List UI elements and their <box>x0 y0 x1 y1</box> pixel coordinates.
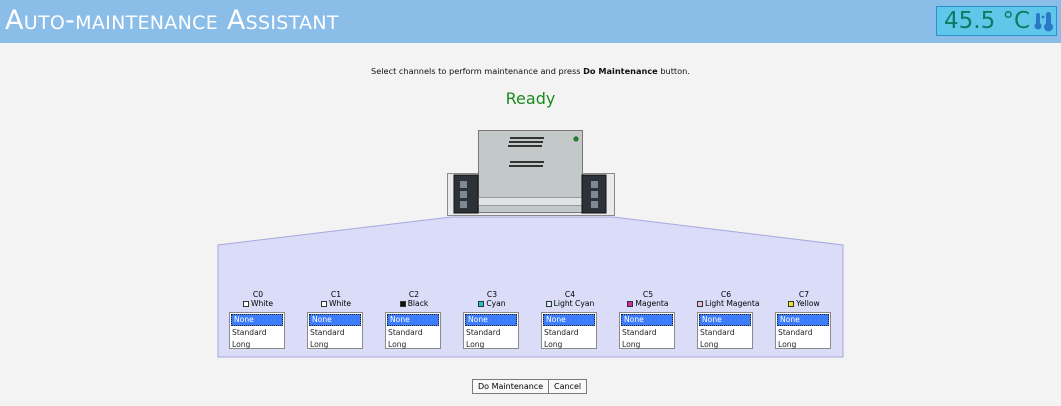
temperature-display: 45.5 °C <box>936 6 1057 36</box>
color-swatch-icon <box>399 301 406 307</box>
channel-c2: C2 Black None Standard Long <box>385 290 443 349</box>
channel-c6: C6 Light Magenta None Standard Long <box>697 290 760 349</box>
option-long[interactable]: Long <box>464 339 518 351</box>
option-standard[interactable]: Standard <box>464 327 518 339</box>
channel-c5: C5 Magenta None Standard Long <box>619 290 677 349</box>
instruction-prefix: Select channels to perform maintenance a… <box>371 66 584 76</box>
do-maintenance-button[interactable]: Do Maintenance <box>472 379 550 394</box>
channel-color: White <box>307 299 365 309</box>
option-standard[interactable]: Standard <box>698 327 752 339</box>
temperature-value: 45.5 °C <box>944 8 1031 34</box>
channel-color: Light Cyan <box>541 299 599 309</box>
maintenance-level-listbox[interactable]: None Standard Long <box>463 312 519 349</box>
maintenance-level-listbox[interactable]: None Standard Long <box>775 312 831 349</box>
channel-id: C3 <box>486 290 498 299</box>
channel-color: Yellow <box>775 299 833 309</box>
channel-c3: C3 Cyan None Standard Long <box>463 290 521 349</box>
option-none[interactable]: None <box>777 314 829 326</box>
option-standard[interactable]: Standard <box>542 327 596 339</box>
maintenance-level-listbox[interactable]: None Standard Long <box>619 312 675 349</box>
printer-illustration <box>447 130 615 216</box>
maintenance-level-listbox[interactable]: None Standard Long <box>697 312 753 349</box>
channel-color: Light Magenta <box>697 299 760 309</box>
option-standard[interactable]: Standard <box>620 327 674 339</box>
option-standard[interactable]: Standard <box>308 327 362 339</box>
channel-color-name: White <box>250 299 274 308</box>
maintenance-level-listbox[interactable]: None Standard Long <box>541 312 597 349</box>
option-standard[interactable]: Standard <box>776 327 830 339</box>
option-none[interactable]: None <box>465 314 517 326</box>
cancel-button[interactable]: Cancel <box>548 379 588 394</box>
channel-color: Cyan <box>463 299 521 309</box>
option-long[interactable]: Long <box>542 339 596 351</box>
header-bar: Auto-maintenance Assistant 45.5 °C <box>0 0 1061 43</box>
app-title: Auto-maintenance Assistant <box>5 5 339 36</box>
maintenance-level-listbox[interactable]: None Standard Long <box>385 312 441 349</box>
instruction-text: Select channels to perform maintenance a… <box>0 66 1061 76</box>
channel-id: C0 <box>252 290 264 299</box>
color-swatch-icon <box>478 301 485 307</box>
color-swatch-icon <box>788 301 795 307</box>
color-swatch-icon <box>242 301 249 307</box>
status-text: Ready <box>505 89 556 108</box>
color-swatch-icon <box>545 301 552 307</box>
channel-color: Magenta <box>619 299 677 309</box>
maintenance-level-listbox[interactable]: None Standard Long <box>307 312 363 349</box>
color-swatch-icon <box>697 301 703 307</box>
color-swatch-icon <box>627 301 634 307</box>
channel-id: C7 <box>798 290 810 299</box>
option-none[interactable]: None <box>543 314 595 326</box>
channel-color-name: Light Cyan <box>553 299 595 308</box>
option-none[interactable]: None <box>699 314 751 326</box>
channel-color: Black <box>385 299 443 309</box>
channel-id: C1 <box>330 290 342 299</box>
channel-id: C2 <box>408 290 420 299</box>
channel-color-name: Yellow <box>796 299 820 308</box>
option-standard[interactable]: Standard <box>386 327 440 339</box>
channel-c7: C7 Yellow None Standard Long <box>775 290 833 349</box>
channel-c1: C1 White None Standard Long <box>307 290 365 349</box>
option-standard[interactable]: Standard <box>230 327 284 339</box>
channel-color-name: White <box>328 299 352 308</box>
option-long[interactable]: Long <box>698 339 752 351</box>
channel-color-name: Cyan <box>486 299 506 308</box>
option-none[interactable]: None <box>387 314 439 326</box>
channel-id: C4 <box>564 290 576 299</box>
option-long[interactable]: Long <box>620 339 674 351</box>
channel-color-name: Magenta <box>635 299 669 308</box>
channel-color-name: Light Magenta <box>705 299 760 308</box>
option-none[interactable]: None <box>309 314 361 326</box>
option-long[interactable]: Long <box>308 339 362 351</box>
channel-id: C6 <box>720 290 732 299</box>
channel-c0: C0 White None Standard Long <box>229 290 287 349</box>
option-none[interactable]: None <box>621 314 673 326</box>
instruction-bold: Do Maintenance <box>583 66 658 76</box>
instruction-suffix: button. <box>657 66 690 76</box>
option-long[interactable]: Long <box>776 339 830 351</box>
thermometer-icon <box>1034 12 1053 32</box>
channel-c4: C4 Light Cyan None Standard Long <box>541 290 599 349</box>
color-swatch-icon <box>320 301 327 307</box>
option-long[interactable]: Long <box>230 339 284 351</box>
option-long[interactable]: Long <box>386 339 440 351</box>
channel-color: White <box>229 299 287 309</box>
option-none[interactable]: None <box>231 314 283 326</box>
channel-id: C5 <box>642 290 654 299</box>
channel-color-name: Black <box>407 299 429 308</box>
maintenance-level-listbox[interactable]: None Standard Long <box>229 312 285 349</box>
